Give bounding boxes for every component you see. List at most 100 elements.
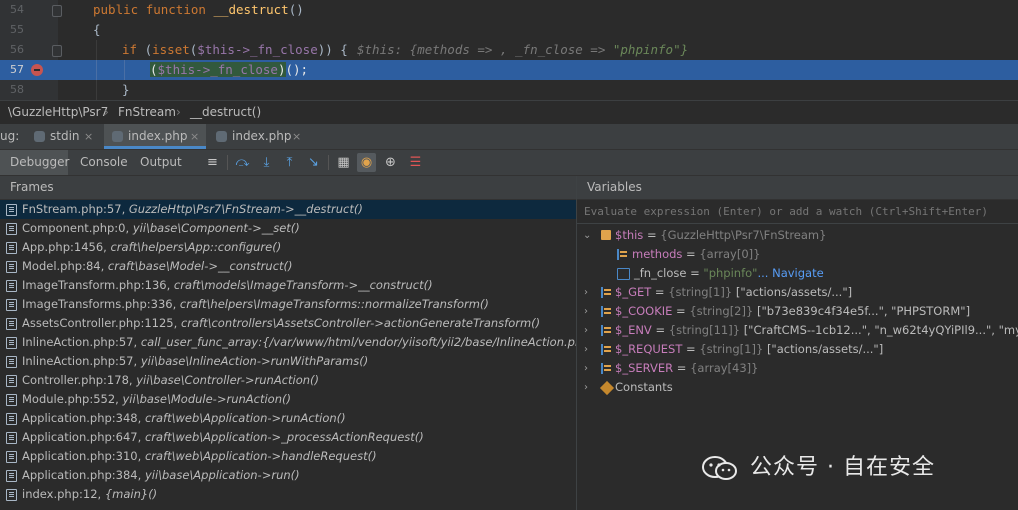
line-number: 58	[10, 83, 24, 96]
tab-index-php[interactable]: index.php ×	[210, 124, 310, 149]
expand-icon[interactable]: ›	[584, 378, 588, 397]
expand-icon[interactable]: ›	[584, 340, 588, 359]
frame-location: Application.php:348,	[22, 411, 142, 425]
var-eq: =	[682, 247, 700, 261]
code-text: )	[277, 62, 286, 77]
frame-location: InlineAction.php:57,	[22, 354, 138, 368]
frames-list[interactable]: FnStream.php:57, GuzzleHttp\Psr7\FnStrea…	[0, 200, 576, 504]
frame-location: ImageTransform.php:136,	[22, 278, 171, 292]
var-name: $this	[615, 228, 644, 242]
var-name: _fn_close	[634, 266, 687, 280]
frame-row[interactable]: App.php:1456, craft\helpers\App::configu…	[0, 238, 576, 257]
breakpoint-icon[interactable]	[31, 64, 43, 76]
breadcrumb-item-namespace[interactable]: \GuzzleHttp\Psr7	[8, 101, 108, 124]
step-over-icon[interactable]: ⤼	[233, 153, 252, 172]
frame-row[interactable]: FnStream.php:57, GuzzleHttp\Psr7\FnStrea…	[0, 200, 576, 219]
menu-icon[interactable]: ≡	[203, 153, 222, 172]
frame-row[interactable]: AssetsController.php:1125, craft\control…	[0, 314, 576, 333]
frame-row[interactable]: Application.php:348, craft\web\Applicati…	[0, 409, 576, 428]
close-icon[interactable]: ×	[84, 124, 93, 149]
step-into-icon[interactable]: ⤓	[257, 153, 276, 172]
frame-location: FnStream.php:57,	[22, 202, 126, 216]
frame-row[interactable]: ImageTransform.php:136, craft\models\Ima…	[0, 276, 576, 295]
gutter[interactable]: 58	[0, 80, 58, 100]
expand-icon[interactable]: ›	[584, 359, 588, 378]
code-line-54[interactable]: 54 public function __destruct()	[0, 0, 1018, 20]
code-editor[interactable]: 54 public function __destruct() 55 { 56 …	[0, 0, 1018, 100]
code-text: ()	[288, 2, 304, 17]
tab-output[interactable]: Output	[130, 150, 194, 175]
keyword: if	[122, 42, 138, 57]
fold-icon[interactable]	[52, 5, 62, 17]
tab-stdin[interactable]: stdin ×	[28, 124, 104, 149]
frame-row[interactable]: InlineAction.php:57, yii\base\InlineActi…	[0, 352, 576, 371]
frame-row[interactable]: index.php:12, {main}()	[0, 485, 576, 504]
fold-icon[interactable]	[52, 45, 62, 57]
wechat-icon	[702, 456, 737, 480]
debugger-toolbar: Debugger Console Output ≡ ⤼ ⤓ ⤒ ↘ ▦ ◉ ⊕ …	[0, 150, 1018, 176]
tab-debugger[interactable]: Debugger	[0, 150, 69, 175]
close-icon[interactable]: ×	[292, 124, 301, 149]
code-line-57-current[interactable]: 57 ($this->_fn_close)();	[0, 60, 1018, 80]
frame-row[interactable]: Application.php:310, craft\web\Applicati…	[0, 447, 576, 466]
evaluate-icon[interactable]: ▦	[334, 153, 353, 172]
tab-label: index.php	[128, 129, 188, 143]
code-text: )) {	[317, 42, 348, 57]
var-name: $_COOKIE	[615, 304, 673, 318]
breakpoints-icon[interactable]: ⊕	[381, 153, 400, 172]
code-line-56[interactable]: 56 if (isset($this->_fn_close)) { $this:…	[0, 40, 1018, 60]
step-out-icon[interactable]: ⤒	[280, 153, 299, 172]
frame-row[interactable]: Model.php:84, craft\base\Model->__constr…	[0, 257, 576, 276]
frame-context: GuzzleHttp\Psr7\FnStream->__destruct()	[128, 202, 363, 216]
frame-row[interactable]: Controller.php:178, yii\base\Controller-…	[0, 371, 576, 390]
watch-icon[interactable]: ◉	[357, 153, 376, 172]
tab-label: stdin	[50, 129, 80, 143]
indent-guide	[124, 60, 125, 80]
add-watch-icon[interactable]: ☰	[406, 153, 425, 172]
evaluate-expression-input[interactable]	[577, 200, 1018, 224]
collapse-icon[interactable]: ⌄	[583, 226, 591, 245]
gutter[interactable]: 55	[0, 20, 58, 40]
run-to-cursor-icon[interactable]: ↘	[304, 153, 323, 172]
var-type: {string[1]}	[668, 285, 733, 299]
indent-guide	[96, 40, 97, 60]
frame-row[interactable]: ImageTransforms.php:336, craft\helpers\I…	[0, 295, 576, 314]
property: ->_fn_close	[195, 62, 278, 77]
var-name: Constants	[615, 380, 673, 394]
frame-context: yii\base\Application->run()	[144, 468, 300, 482]
tab-index-php-active[interactable]: index.php ×	[104, 124, 206, 149]
frame-icon	[6, 356, 17, 368]
gutter[interactable]: 56	[0, 40, 62, 60]
code-line-58[interactable]: 58 }	[0, 80, 1018, 100]
frame-row[interactable]: InlineAction.php:57, call_user_func_arra…	[0, 333, 576, 352]
expand-icon[interactable]: ›	[584, 283, 588, 302]
frame-context: craft\helpers\ImageTransforms::normalize…	[179, 297, 489, 311]
tab-console[interactable]: Console	[68, 150, 130, 175]
variable: $this	[197, 42, 235, 57]
panel-title: Frames	[10, 180, 54, 194]
var-name: methods	[632, 247, 683, 261]
frame-icon	[6, 375, 17, 387]
expand-icon[interactable]: ›	[584, 321, 588, 340]
code-line-55[interactable]: 55 {	[0, 20, 1018, 40]
frame-location: InlineAction.php:57,	[22, 335, 138, 349]
function-name: __destruct	[213, 2, 289, 17]
navigate-link[interactable]: ... Navigate	[757, 266, 823, 280]
expand-icon[interactable]: ›	[584, 302, 588, 321]
frames-header: Frames	[0, 176, 576, 200]
breadcrumb-item-method[interactable]: __destruct()	[190, 101, 261, 124]
toolbar-divider	[227, 155, 228, 170]
frame-location: Application.php:647,	[22, 430, 142, 444]
gutter[interactable]: 57	[0, 60, 58, 80]
frame-row[interactable]: Module.php:552, yii\base\Module->runActi…	[0, 390, 576, 409]
frame-row[interactable]: Component.php:0, yii\base\Component->__s…	[0, 219, 576, 238]
var-row-env[interactable]: › $_ENV = {string[11]} ["CraftCMS--1cb12…	[577, 321, 1018, 340]
breadcrumb-item-class[interactable]: FnStream	[118, 101, 176, 124]
frame-context: yii\base\InlineAction->runWithParams()	[140, 354, 369, 368]
frame-row[interactable]: Application.php:647, craft\web\Applicati…	[0, 428, 576, 447]
close-icon[interactable]: ×	[190, 124, 199, 149]
gutter[interactable]: 54	[0, 0, 62, 20]
var-value: "phpinfo"	[703, 266, 758, 280]
frame-row[interactable]: Application.php:384, yii\base\Applicatio…	[0, 466, 576, 485]
var-type: {string[11]}	[668, 323, 741, 337]
